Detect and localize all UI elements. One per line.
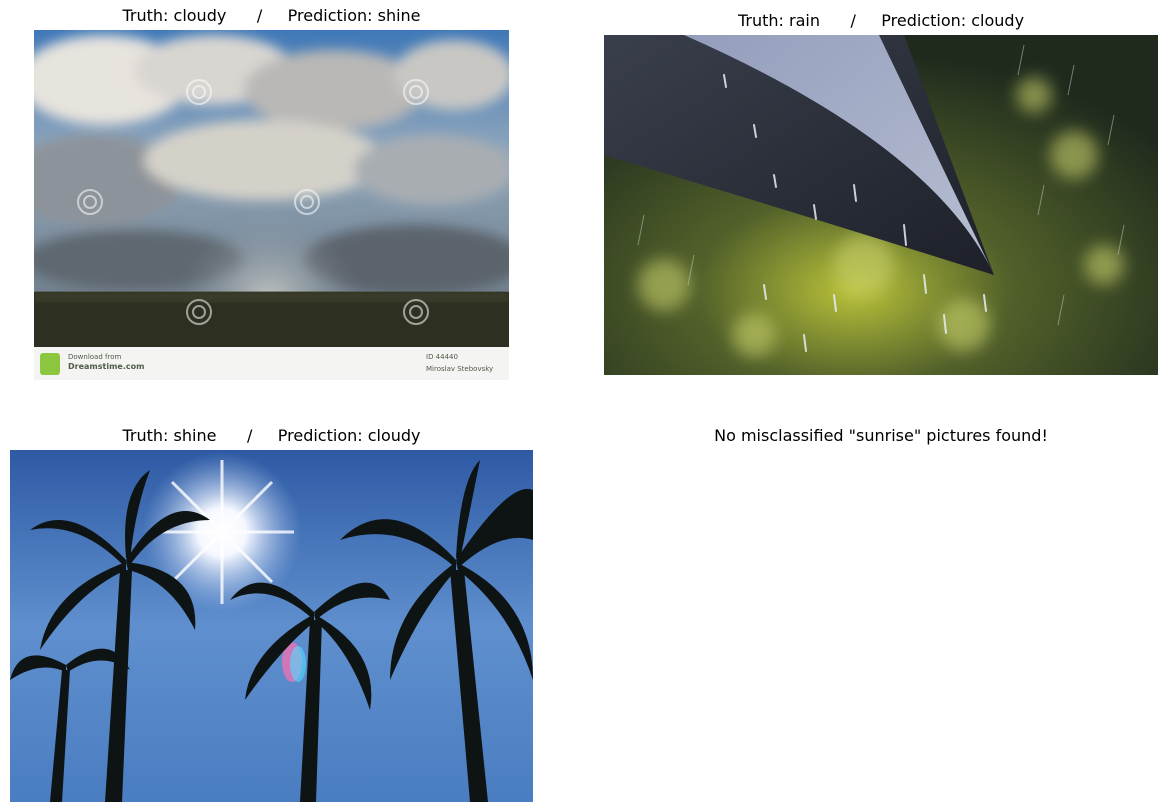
cloudy-sky-image: Download from Dreamstime.com ID 44440 Mi… bbox=[34, 30, 509, 380]
panel-3-title: Truth: shine / Prediction: cloudy bbox=[122, 426, 421, 445]
stock-logo-icon bbox=[40, 353, 60, 375]
rain-umbrella-illustration bbox=[604, 35, 1158, 375]
cloudy-sky-illustration bbox=[34, 30, 509, 380]
panel-4-message: No misclassified "sunrise" pictures foun… bbox=[714, 426, 1048, 445]
watermark-right-2: Miroslav Stebovsky bbox=[426, 365, 494, 373]
rain-umbrella-image bbox=[604, 35, 1158, 375]
watermark-strip: Download from Dreamstime.com ID 44440 Mi… bbox=[34, 347, 509, 380]
watermark-right-1: ID 44440 bbox=[426, 353, 458, 361]
sun-palm-trees-image bbox=[10, 450, 533, 802]
watermark-line-1: Download from bbox=[68, 353, 122, 361]
watermark-line-2: Dreamstime.com bbox=[68, 362, 145, 371]
sun-palm-trees-illustration bbox=[10, 450, 533, 802]
panel-1-title: Truth: cloudy / Prediction: shine bbox=[122, 6, 421, 25]
panel-2-title: Truth: rain / Prediction: cloudy bbox=[737, 11, 1025, 30]
